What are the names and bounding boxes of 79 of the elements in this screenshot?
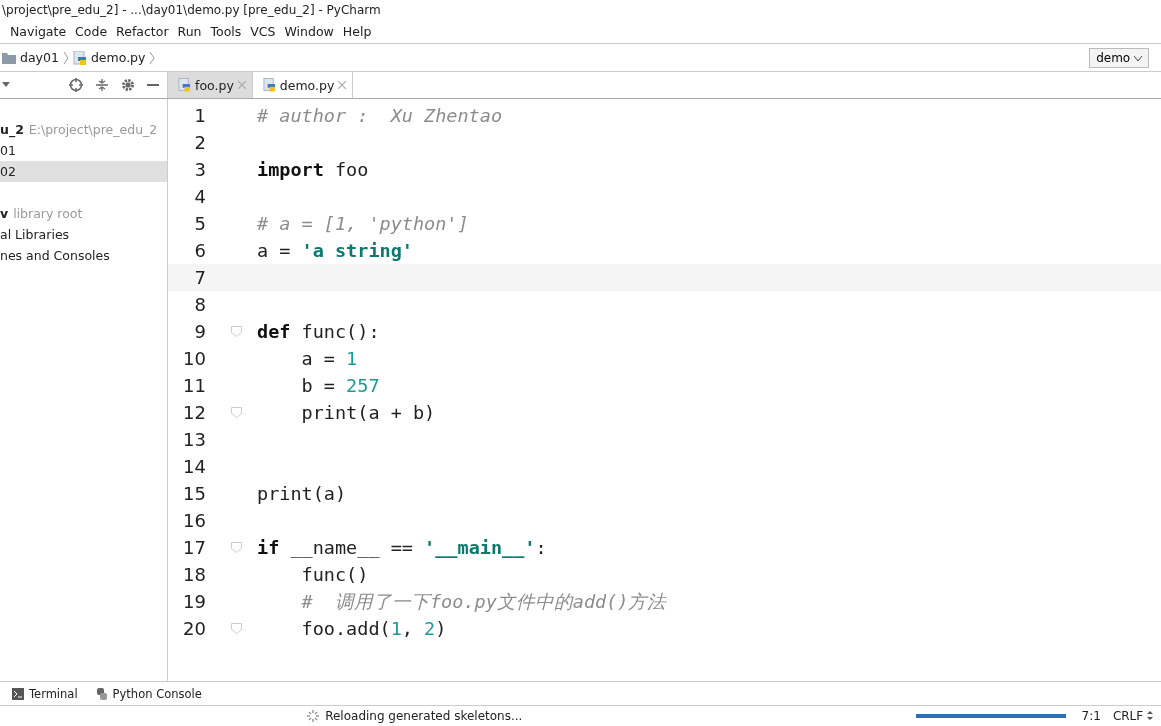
menu-item[interactable]: Refactor — [116, 24, 169, 39]
line-separator[interactable]: CRLF — [1112, 709, 1153, 723]
close-icon[interactable] — [237, 81, 246, 89]
close-icon[interactable] — [338, 81, 347, 89]
tree-item[interactable]: 01 — [0, 140, 167, 161]
line-number: 18 — [182, 564, 206, 585]
code-line: print(a) — [257, 483, 347, 504]
tree-item[interactable]: nes and Consoles — [0, 245, 167, 266]
code-line: # a = [1, 'python'] — [257, 213, 469, 234]
tool-window-button[interactable]: Python Console — [95, 686, 202, 701]
line-number: 4 — [193, 186, 206, 207]
minimize-icon[interactable] — [147, 84, 159, 86]
breadcrumb-item[interactable]: demo.py — [90, 50, 146, 65]
run-config-dropdown[interactable]: demo — [1089, 47, 1149, 68]
menu-item[interactable]: Tools — [210, 24, 242, 39]
up-down-arrows-icon — [1147, 711, 1153, 720]
menu-item[interactable]: Run — [177, 24, 202, 39]
line-number: 17 — [182, 537, 206, 558]
line-number: 15 — [182, 483, 206, 504]
fold-marker-icon[interactable] — [231, 326, 242, 337]
collapse-icon[interactable] — [95, 78, 109, 92]
line-number: 13 — [182, 429, 206, 450]
menu-item[interactable]: Window — [284, 24, 334, 39]
line-number: 1 — [193, 105, 206, 126]
python-file-icon — [72, 50, 87, 65]
line-number: 7 — [193, 267, 206, 288]
python-file-icon — [178, 78, 191, 92]
line-number: 12 — [182, 402, 206, 423]
line-number: 19 — [182, 591, 206, 612]
code-line: def func(): — [257, 321, 380, 342]
code-line: # 调用了一下foo.py文件中的add()方法 — [300, 590, 667, 614]
line-number: 3 — [193, 159, 206, 180]
line-number: 6 — [193, 240, 206, 261]
breadcrumb-item[interactable]: day01 — [20, 50, 59, 65]
line-number: 20 — [182, 618, 206, 639]
tool-window-button[interactable]: Terminal — [12, 686, 78, 701]
menu-item[interactable]: Navigate — [10, 24, 67, 39]
python-file-icon — [262, 78, 276, 92]
code-line: if __name__ == '__main__': — [257, 537, 547, 558]
code-line: print(a + b) — [300, 402, 436, 423]
code-line: func() — [300, 564, 369, 585]
line-number: 8 — [193, 294, 206, 315]
code-line: import foo — [257, 159, 369, 180]
caret-icon — [1134, 55, 1142, 62]
editor-tab[interactable]: demo.py — [252, 72, 354, 98]
line-number: 14 — [182, 456, 206, 477]
tree-item[interactable]: al Libraries — [0, 224, 167, 245]
window-title: \project\pre_edu_2] - ...\day01\demo.py [pre_edu_2] - PyCharm — [2, 3, 381, 17]
code-line: a = 1 — [300, 348, 358, 369]
chevron-icon — [149, 50, 156, 65]
settings-icon[interactable] — [121, 78, 135, 92]
line-number: 16 — [182, 510, 206, 531]
dropdown-icon[interactable] — [2, 82, 10, 88]
locate-icon[interactable] — [69, 78, 83, 92]
menu-item[interactable]: Code — [75, 24, 108, 39]
code-line: # author : Xu Zhentao — [257, 105, 503, 126]
code-line: foo.add(1, 2) — [300, 618, 447, 639]
fold-marker-icon[interactable] — [231, 542, 242, 553]
line-number: 5 — [193, 213, 206, 234]
tree-item[interactable]: u_2 E:\project\pre_edu_2 — [0, 119, 167, 140]
menu-item[interactable]: VCS — [250, 24, 276, 39]
menu-item[interactable]: Help — [342, 24, 372, 39]
editor-tab[interactable]: foo.py — [168, 72, 253, 98]
tree-item[interactable]: v library root — [0, 203, 167, 224]
code-line: b = 257 — [300, 375, 380, 396]
line-number: 10 — [182, 348, 206, 369]
caret-position[interactable]: 7:1 — [1081, 709, 1101, 723]
terminal-icon — [12, 687, 24, 700]
fold-marker-icon[interactable] — [231, 623, 242, 634]
status-message: Reloading generated skeletons... — [325, 709, 523, 723]
fold-marker-icon[interactable] — [231, 407, 242, 418]
chevron-icon — [62, 50, 69, 65]
folder-icon — [2, 51, 16, 64]
spinner-icon — [307, 710, 320, 722]
code-line: a = 'a string' — [257, 240, 413, 261]
line-number: 9 — [193, 321, 206, 342]
line-number: 2 — [193, 132, 206, 153]
tree-item[interactable]: 02 — [0, 161, 167, 182]
line-number: 11 — [182, 375, 206, 396]
